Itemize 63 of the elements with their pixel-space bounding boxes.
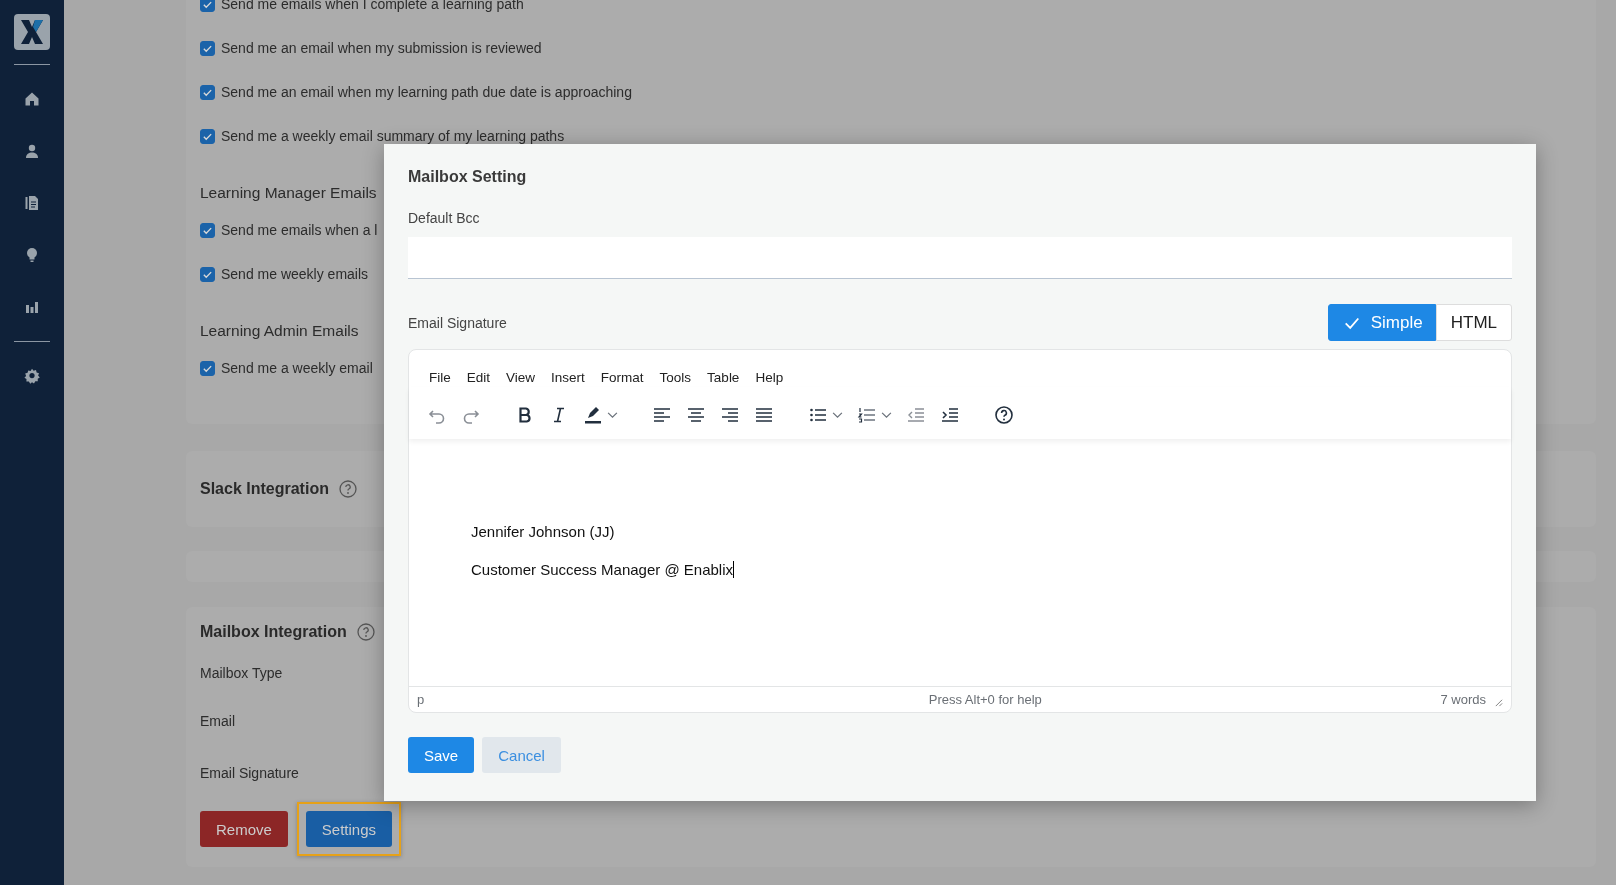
field-label: Default Bcc (408, 210, 481, 226)
checkbox-label: Send me a weekly email (221, 360, 373, 376)
signature-line: Jennifer Johnson (JJ) (471, 523, 616, 540)
card-title: Slack Integration (200, 480, 329, 498)
mode-toggle[interactable]: HTML (1435, 304, 1512, 341)
justify-icon[interactable] (754, 405, 774, 425)
settings-icon[interactable] (24, 368, 40, 384)
checkbox-label: Send me an email when my submission is reviewed (221, 40, 542, 56)
field-label: Mailbox Type (200, 665, 283, 681)
document-icon[interactable] (24, 195, 40, 211)
menu-item[interactable]: Tools (651, 368, 700, 387)
checkbox[interactable] (200, 266, 215, 282)
signature-line: Customer Success Manager @ Enablix (471, 561, 736, 578)
indent-icon[interactable] (940, 405, 960, 425)
element-path: p (417, 692, 426, 707)
help-hint: Press Alt+0 for help (928, 692, 1043, 707)
word-count: 7 words (1440, 692, 1486, 707)
checkbox[interactable] (200, 0, 215, 12)
menu-item[interactable]: Help (747, 368, 792, 387)
save-button[interactable]: Save (408, 737, 475, 773)
menu-item[interactable]: View (498, 368, 544, 387)
align-center-icon[interactable] (686, 405, 706, 425)
align-left-icon[interactable] (652, 405, 672, 425)
field-label: Email Signature (408, 314, 507, 331)
check-icon (202, 0, 213, 10)
menu-item[interactable]: File (421, 368, 459, 387)
menu-item[interactable]: Format (592, 368, 652, 387)
caret-icon[interactable] (832, 411, 843, 419)
checkbox[interactable] (200, 84, 215, 100)
checkbox[interactable] (200, 360, 215, 376)
checkbox[interactable] (200, 222, 215, 238)
field-label: Email Signature (200, 765, 299, 781)
card-title: Mailbox Integration (200, 623, 347, 641)
settings-button[interactable]: Settings (305, 811, 393, 847)
menu-item[interactable]: Edit (458, 368, 499, 387)
mode-toggle[interactable]: Simple (1327, 304, 1436, 341)
checkbox-label: Send me an email when my learning path due date is approaching (221, 84, 632, 100)
help-icon[interactable] (994, 405, 1014, 425)
align-right-icon[interactable] (720, 405, 740, 425)
dialog-title: Mailbox Setting (408, 168, 528, 186)
logo-icon[interactable] (14, 14, 50, 50)
bcc-field[interactable] (408, 237, 1512, 279)
highlighter-icon[interactable] (583, 405, 603, 425)
checkbox-label: Send me weekly emails (221, 266, 369, 282)
caret-icon[interactable] (881, 411, 892, 419)
section-heading: Learning Manager Emails (200, 183, 377, 203)
person-icon[interactable] (24, 143, 40, 159)
checkbox-label: Send me a weekly email summary of my learning paths (221, 128, 565, 144)
caret-icon[interactable] (607, 411, 618, 419)
lightbulb-icon[interactable] (24, 247, 40, 263)
editor-content-area[interactable]: Jennifer Johnson (JJ) Customer Success Manager @ Enablix (409, 439, 1511, 686)
home-icon[interactable] (24, 91, 40, 107)
checkbox[interactable] (200, 40, 215, 56)
menu-item[interactable]: Insert (543, 368, 593, 387)
remove-button[interactable]: Remove (200, 811, 288, 847)
section-heading: Learning Admin Emails (200, 321, 359, 341)
checkbox-label: Send me emails when a l (221, 222, 378, 238)
numbered-list-icon[interactable] (857, 405, 877, 425)
checkbox[interactable] (200, 128, 215, 144)
field-label: Email (200, 713, 235, 729)
menu-item[interactable]: Table (699, 368, 748, 387)
resize-handle-icon[interactable] (1494, 698, 1503, 707)
bar-chart-icon[interactable] (24, 299, 40, 315)
